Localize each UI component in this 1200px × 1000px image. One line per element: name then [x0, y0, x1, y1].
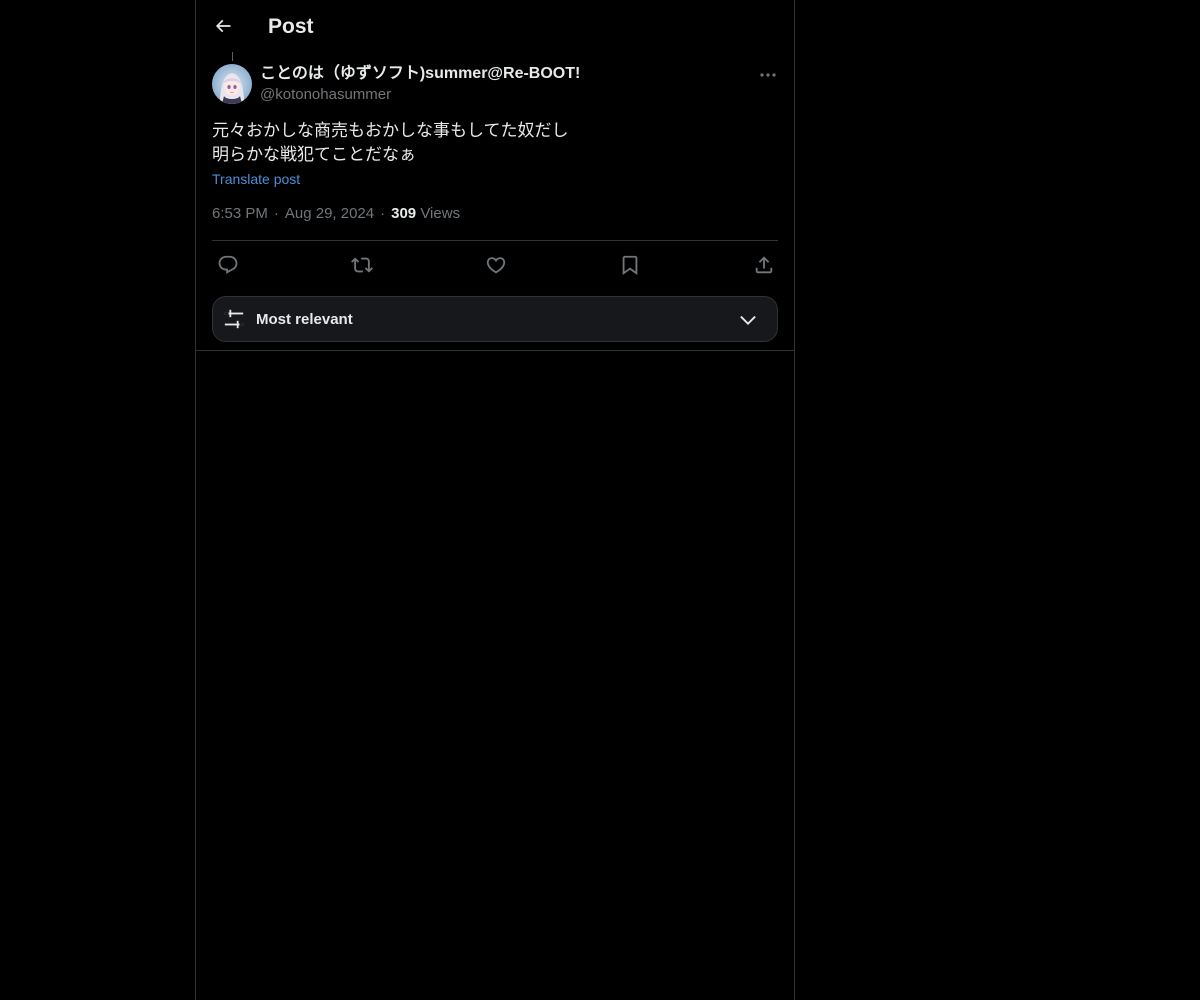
reply-button[interactable] [215, 252, 241, 278]
main-column: Post ことのは（ゆずソフト)summer@Re-BOOT! @kotonoh… [195, 0, 795, 1000]
post-text-line: 明らかな戦犯てことだなぁ [212, 145, 416, 164]
translate-post-link[interactable]: Translate post [212, 170, 300, 188]
back-button[interactable] [206, 9, 240, 43]
post-date[interactable]: Aug 29, 2024 [285, 205, 374, 222]
chevron-down-icon [737, 309, 759, 331]
author-handle[interactable]: @kotonohasummer [260, 85, 391, 105]
separator-dot: · [380, 205, 386, 222]
post-text: 元々おかしな商売もおかしな事もしてた奴だし 明らかな戦犯てことだなぁ [212, 119, 778, 167]
share-icon [753, 254, 775, 276]
views-count: 309 [391, 205, 417, 222]
post-text-line: 元々おかしな商売もおかしな事もしてた奴だし [212, 121, 569, 140]
repost-button[interactable] [349, 252, 375, 278]
share-button[interactable] [751, 252, 777, 278]
sort-replies-dropdown[interactable]: Most relevant [212, 296, 778, 342]
author-display-name[interactable]: ことのは（ゆずソフト)summer@Re-BOOT! [260, 64, 580, 84]
separator-dot: · [273, 205, 279, 222]
page-title: Post [268, 15, 314, 38]
avatar[interactable] [212, 64, 252, 104]
thread-connector-line [232, 52, 233, 61]
bookmark-button[interactable] [617, 252, 643, 278]
reply-icon [217, 254, 239, 276]
divider [212, 240, 778, 241]
heart-icon [485, 254, 507, 276]
post-time[interactable]: 6:53 PM [212, 205, 268, 222]
sort-label: Most relevant [256, 311, 353, 328]
bookmark-icon [619, 254, 641, 276]
divider [196, 350, 794, 351]
page-header: Post [196, 0, 794, 53]
like-button[interactable] [483, 252, 509, 278]
more-dots-icon [760, 73, 776, 77]
views-label: Views [420, 205, 461, 222]
more-options-button[interactable] [752, 64, 784, 86]
sliders-icon [223, 308, 245, 330]
repost-icon [351, 254, 373, 276]
post-metadata: 6:53 PM · Aug 29, 2024 · 309 Views [212, 204, 460, 224]
arrow-left-icon [213, 16, 233, 36]
